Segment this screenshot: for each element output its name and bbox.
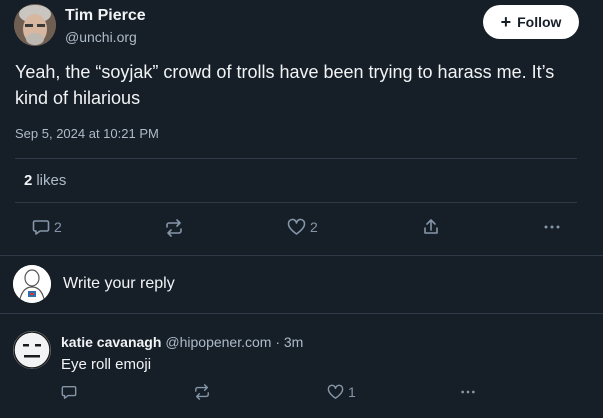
- repost-icon: [195, 384, 209, 400]
- avatar-drawing: [13, 265, 51, 303]
- avatar[interactable]: [13, 331, 51, 369]
- reply-author[interactable]: katie cavanagh @hipopener.com · 3m: [61, 334, 303, 350]
- follow-label: Follow: [517, 14, 562, 30]
- author-name[interactable]: Tim Pierce: [65, 7, 146, 25]
- main-post: Tim Pierce @unchi.org + Follow Yeah, the…: [0, 0, 603, 255]
- reply-post: katie cavanagh @hipopener.com · 3m Eye ro…: [0, 314, 603, 418]
- reply-input-prompt[interactable]: Write your reply: [63, 275, 175, 293]
- plus-icon: +: [500, 12, 512, 32]
- author-handle[interactable]: @unchi.org: [65, 29, 137, 45]
- post-timestamp: Sep 5, 2024 at 10:21 PM: [15, 126, 159, 141]
- like-button[interactable]: 1: [327, 384, 356, 400]
- avatar-photo: [14, 4, 56, 46]
- heart-icon: [287, 218, 306, 235]
- repost-button[interactable]: [164, 219, 184, 237]
- likes-count: 2: [24, 172, 33, 189]
- likes-summary[interactable]: 2 likes: [24, 172, 66, 189]
- share-button[interactable]: [422, 218, 440, 236]
- repost-button[interactable]: [193, 384, 211, 400]
- heart-icon: [327, 384, 344, 399]
- avatar: [13, 265, 51, 303]
- comment-icon: [32, 220, 50, 235]
- reply-button[interactable]: 2: [32, 218, 62, 236]
- like-button[interactable]: 2: [287, 218, 318, 236]
- comment-icon: [61, 385, 77, 399]
- reply-button[interactable]: [61, 384, 77, 400]
- post-text: Yeah, the “soyjak” crowd of trolls have …: [15, 62, 555, 108]
- reply-count: 2: [54, 219, 62, 235]
- eye-roll-face-icon: [13, 331, 51, 369]
- more-icon: [461, 390, 475, 394]
- likes-label: likes: [36, 172, 67, 189]
- like-count: 2: [310, 219, 318, 235]
- reply-composer[interactable]: Write your reply: [0, 256, 603, 313]
- like-count: 1: [348, 384, 356, 400]
- more-options-button[interactable]: [460, 384, 476, 400]
- divider: [15, 158, 577, 159]
- follow-button[interactable]: + Follow: [483, 5, 579, 39]
- repost-icon: [166, 219, 182, 237]
- reply-text: Eye roll emoji: [61, 356, 152, 373]
- more-icon: [544, 225, 560, 229]
- share-icon: [424, 219, 438, 234]
- reply-author-name: katie cavanagh: [61, 334, 162, 350]
- avatar[interactable]: [14, 4, 56, 46]
- more-options-button[interactable]: [543, 218, 561, 236]
- reply-author-meta: @hipopener.com · 3m: [165, 334, 304, 350]
- divider: [15, 202, 577, 203]
